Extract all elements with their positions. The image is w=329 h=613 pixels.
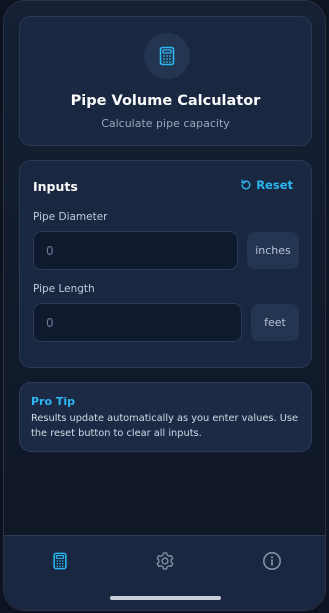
pipe-diameter-label: Pipe Diameter xyxy=(33,211,108,223)
reset-label: Reset xyxy=(256,178,293,192)
pro-tip-card: Pro Tip Results update automatically as … xyxy=(19,382,312,452)
page-subtitle: Calculate pipe capacity xyxy=(101,117,230,130)
inputs-heading: Inputs xyxy=(33,179,78,194)
tab-info[interactable] xyxy=(259,548,285,574)
app-screen: Pipe Volume Calculator Calculate pipe ca… xyxy=(3,0,326,611)
diameter-unit-badge: inches xyxy=(247,232,299,269)
pipe-diameter-input[interactable] xyxy=(33,231,238,270)
tab-settings[interactable] xyxy=(152,548,178,574)
tip-title: Pro Tip xyxy=(31,395,76,408)
inputs-card: Inputs Reset Pipe Diameter inches Pipe L… xyxy=(19,160,312,368)
calculator-icon xyxy=(53,552,67,570)
reset-button[interactable]: Reset xyxy=(240,178,293,192)
calculator-logo xyxy=(144,33,190,79)
header-card: Pipe Volume Calculator Calculate pipe ca… xyxy=(19,16,312,146)
gear-icon xyxy=(156,552,174,570)
bottom-tab-bar xyxy=(4,535,325,610)
length-unit-badge: feet xyxy=(251,304,299,341)
reset-icon xyxy=(241,179,251,190)
tip-body: Results update automatically as you ente… xyxy=(31,413,299,439)
calculator-icon xyxy=(159,46,175,66)
page-title: Pipe Volume Calculator xyxy=(70,93,261,109)
pipe-length-label: Pipe Length xyxy=(33,283,95,295)
home-indicator xyxy=(110,596,221,600)
pipe-length-input[interactable] xyxy=(33,303,242,342)
info-icon xyxy=(263,552,281,570)
tab-calculator[interactable] xyxy=(47,548,73,574)
